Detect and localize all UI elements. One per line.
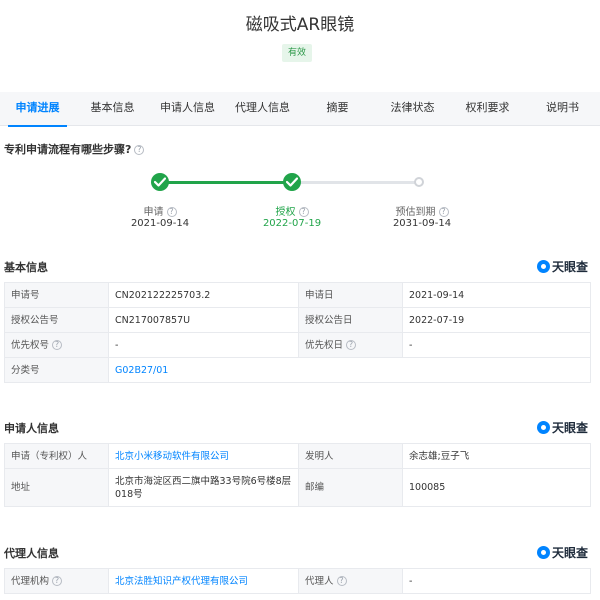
agent-label-text: 代理人 [305, 575, 334, 587]
priority-date-label-text: 优先权日 [305, 339, 344, 351]
tab-basic-info[interactable]: 基本信息 [75, 92, 150, 125]
applicant-info-table: 申请（专利权）人 北京小米移动软件有限公司 发明人 余志雄;豆子飞 地址 北京市… [4, 443, 591, 507]
tab-agent-info[interactable]: 代理人信息 [225, 92, 300, 125]
applicant-label: 申请（专利权）人 [4, 443, 109, 469]
agent-info-title: 代理人信息 [4, 547, 59, 560]
applicant-link[interactable]: 北京小米移动软件有限公司 [108, 443, 299, 469]
basic-info-table: 申请号 CN202122225703.2 申请日 2021-09-14 授权公告… [4, 282, 591, 383]
step-date-grant: 2022-07-19 [262, 218, 322, 229]
tianyancha-logo[interactable]: 天眼查 [536, 419, 588, 436]
tab-claims[interactable]: 权利要求 [450, 92, 525, 125]
pub-no-label: 授权公告号 [4, 307, 109, 333]
help-icon[interactable]: ? [166, 207, 177, 217]
app-date-label: 申请日 [298, 282, 403, 308]
agent-value: - [402, 568, 591, 594]
table-row: 代理机构? 北京法胜知识产权代理有限公司 代理人? - [4, 568, 591, 594]
agency-label-text: 代理机构 [11, 575, 50, 587]
tianyancha-logo[interactable]: 天眼查 [536, 258, 588, 275]
tab-abstract[interactable]: 摘要 [300, 92, 375, 125]
brand-text: 天眼查 [551, 421, 588, 435]
agent-label: 代理人? [298, 568, 403, 594]
basic-info-title: 基本信息 [4, 261, 48, 274]
help-icon[interactable]: ? [346, 339, 357, 350]
app-no-value: CN202122225703.2 [108, 282, 299, 308]
address-label: 地址 [4, 468, 109, 507]
step-label-apply: 申请? [100, 203, 220, 218]
status-badge: 有效 [282, 44, 312, 62]
step-label-grant: 授权? [232, 203, 352, 218]
help-icon[interactable]: ? [52, 575, 63, 586]
progress-question: 专利申请流程有哪些步骤?? [4, 141, 145, 157]
check-icon [151, 173, 169, 191]
class-label: 分类号 [4, 357, 109, 383]
postcode-label: 邮编 [298, 468, 403, 507]
tab-description[interactable]: 说明书 [525, 92, 600, 125]
progress-track-pending [292, 181, 418, 184]
priority-date-label: 优先权日? [298, 332, 403, 358]
brand-text: 天眼查 [551, 260, 588, 274]
page-title: 磁吸式AR眼镜 [245, 15, 355, 35]
tianyancha-icon [536, 546, 550, 559]
priority-date-value: - [402, 332, 591, 358]
table-row: 地址 北京市海淀区西二旗中路33号院6号楼8层018号 邮编 100085 [4, 468, 591, 507]
postcode-value: 100085 [402, 468, 591, 507]
agent-info-table: 代理机构? 北京法胜知识产权代理有限公司 代理人? - [4, 568, 591, 594]
step-label-text: 授权 [275, 207, 296, 218]
table-row: 申请（专利权）人 北京小米移动软件有限公司 发明人 余志雄;豆子飞 [4, 443, 591, 469]
help-icon[interactable]: ? [52, 339, 63, 350]
pub-no-value: CN217007857U [108, 307, 299, 333]
tianyancha-icon [536, 421, 550, 434]
tab-progress[interactable]: 申请进展 [0, 92, 75, 127]
help-icon[interactable]: ? [438, 207, 449, 217]
brand-text: 天眼查 [551, 546, 588, 560]
agency-link[interactable]: 北京法胜知识产权代理有限公司 [108, 568, 299, 594]
app-date-value: 2021-09-14 [402, 282, 591, 308]
check-icon [283, 173, 301, 191]
applicant-info-title: 申请人信息 [4, 422, 59, 435]
step-label-text: 申请 [143, 207, 164, 218]
priority-no-label-text: 优先权号 [11, 339, 50, 351]
table-row: 申请号 CN202122225703.2 申请日 2021-09-14 [4, 282, 591, 308]
tianyancha-logo[interactable]: 天眼查 [536, 544, 588, 561]
pub-date-value: 2022-07-19 [402, 307, 591, 333]
tab-legal-status[interactable]: 法律状态 [375, 92, 450, 125]
table-row: 优先权号? - 优先权日? - [4, 332, 591, 358]
address-value: 北京市海淀区西二旗中路33号院6号楼8层018号 [108, 468, 299, 507]
pending-step-dot [414, 177, 424, 187]
help-icon[interactable]: ? [134, 145, 145, 155]
table-row: 授权公告号 CN217007857U 授权公告日 2022-07-19 [4, 307, 591, 333]
inventor-value: 余志雄;豆子飞 [402, 443, 591, 469]
step-date-apply: 2021-09-14 [130, 218, 190, 229]
priority-no-label: 优先权号? [4, 332, 109, 358]
tab-applicant-info[interactable]: 申请人信息 [150, 92, 225, 125]
step-date-expire: 2031-09-14 [392, 218, 452, 229]
inventor-label: 发明人 [298, 443, 403, 469]
help-icon[interactable]: ? [298, 207, 309, 217]
pub-date-label: 授权公告日 [298, 307, 403, 333]
class-no-link[interactable]: G02B27/01 [108, 357, 591, 383]
tianyancha-icon [536, 260, 550, 273]
priority-no-value: - [108, 332, 299, 358]
step-label-expire: 预估到期? [362, 203, 482, 218]
progress-question-text: 专利申请流程有哪些步骤? [4, 143, 132, 156]
app-no-label: 申请号 [4, 282, 109, 308]
agency-label: 代理机构? [4, 568, 109, 594]
progress-track-done [160, 181, 292, 184]
tab-bar: 申请进展 基本信息 申请人信息 代理人信息 摘要 法律状态 权利要求 说明书 [0, 92, 600, 127]
table-row: 分类号 G02B27/01 [4, 357, 591, 383]
step-label-text: 预估到期 [395, 207, 436, 218]
help-icon[interactable]: ? [336, 575, 347, 586]
